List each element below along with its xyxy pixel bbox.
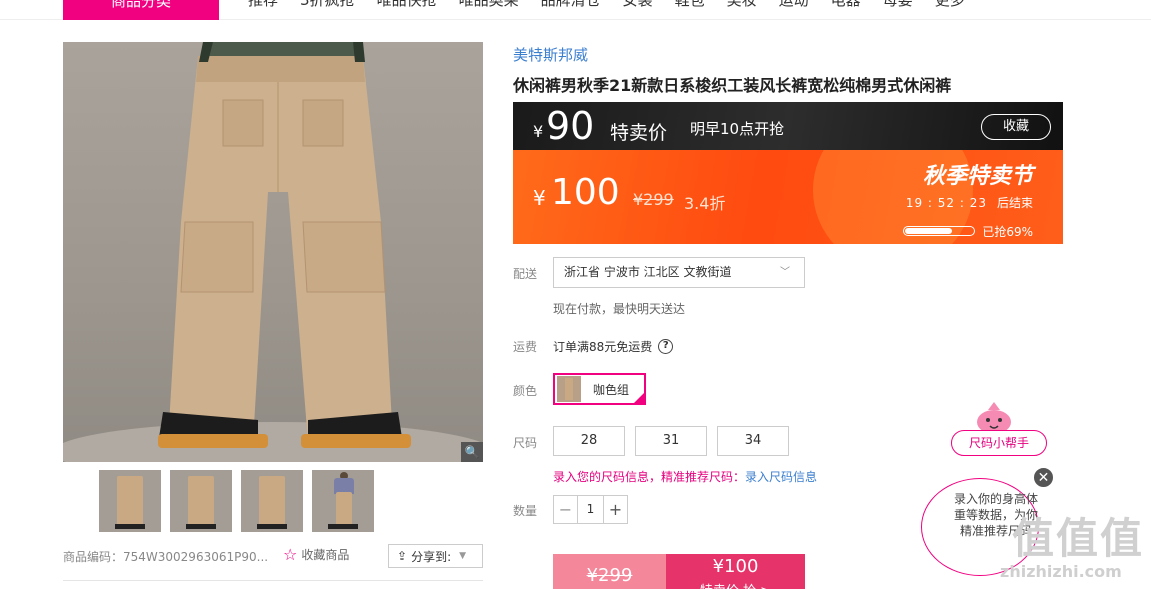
thumbnail[interactable] <box>312 470 374 532</box>
plus-icon[interactable]: + <box>604 496 627 523</box>
nav-link[interactable]: 母婴 <box>883 0 913 12</box>
color-name: 咖色组 <box>593 382 630 397</box>
minus-icon[interactable]: − <box>554 496 577 523</box>
share-label: 分享到: <box>411 549 452 564</box>
countdown: 19 : 52 : 23 后结束 <box>906 194 1033 211</box>
chevron-down-icon: ﹀ <box>780 267 790 278</box>
shipping-info: 订单满88元免运费 ? <box>553 338 674 355</box>
watermark-url: zhizhizhi.com <box>1000 562 1122 581</box>
delivery-estimate: 现在付款，最快明天送达 <box>553 302 686 316</box>
size-tip: 录入您的尺码信息，精准推荐尺码：录入尺码信息 <box>553 468 817 485</box>
original-price: ¥299 <box>633 190 674 209</box>
shipping-label: 运费 <box>513 340 538 354</box>
quantity-label: 数量 <box>513 504 538 518</box>
color-option-selected[interactable]: 咖色组 <box>553 373 646 405</box>
nav-link[interactable]: 推荐 <box>248 0 278 12</box>
nav-link[interactable]: 鞋包 <box>675 0 705 12</box>
color-swatch <box>557 376 581 402</box>
question-icon[interactable]: ? <box>658 339 674 354</box>
top-nav: 商品分类 推荐 3折疯抢 唯品快抢 唯品奥莱 品牌清仓 女装 鞋包 美妆 运动 … <box>0 0 1151 20</box>
original-price-button[interactable]: ¥299 <box>553 554 666 589</box>
size-tip-text: 录入您的尺码信息，精准推荐尺码： <box>553 470 746 484</box>
size-label: 尺码 <box>513 436 538 450</box>
favorite-button[interactable]: 收藏 <box>981 114 1051 140</box>
nav-link[interactable]: 运动 <box>779 0 809 12</box>
discount-rate: 3.4折 <box>684 194 726 213</box>
favorite-label: 收藏商品 <box>301 548 350 562</box>
nav-link[interactable]: 更多 <box>935 0 965 12</box>
buy-action: 特卖价 抢 > <box>666 580 805 589</box>
sold-progress-bar <box>903 226 975 236</box>
special-price-label: 特卖价 <box>610 122 668 144</box>
sold-progress-fill <box>905 228 952 234</box>
enter-size-link[interactable]: 录入尺码信息 <box>745 470 817 484</box>
size-option[interactable]: 28 <box>553 426 625 456</box>
shipping-text: 订单满88元免运费 <box>553 340 653 354</box>
size-helper-button[interactable]: 尺码小帮手 <box>951 430 1047 456</box>
currency-symbol: ¥ <box>533 122 544 141</box>
watermark-logo: 值值值 <box>1012 514 1145 563</box>
category-menu-button[interactable]: 商品分类 <box>63 0 219 20</box>
product-title: 休闲裤男秋季21新款日系梭织工装风长裤宽松纯棉男式休闲裤 <box>513 76 952 95</box>
address-value: 浙江省 宁波市 江北区 文教街道 <box>564 265 732 279</box>
share-dropdown[interactable]: ⇪ 分享到: ▼ <box>388 544 483 568</box>
mascot-icon <box>977 402 1011 434</box>
size-option[interactable]: 31 <box>635 426 707 456</box>
nav-links: 推荐 3折疯抢 唯品快抢 唯品奥莱 品牌清仓 女装 鞋包 美妆 运动 电器 母婴… <box>248 0 965 12</box>
zoom-icon[interactable]: 🔍 <box>461 442 483 462</box>
nav-link[interactable]: 唯品快抢 <box>377 0 437 12</box>
special-price: 90 <box>546 104 595 148</box>
caret-down-icon: ▼ <box>459 551 467 561</box>
share-icon: ⇪ <box>397 549 408 563</box>
size-option[interactable]: 34 <box>717 426 789 456</box>
currency-symbol: ¥ <box>533 186 546 210</box>
current-price-banner: ¥ 100 ¥299 3.4折 秋季特卖节 19 : 52 : 23 后结束 已抢… <box>513 150 1063 244</box>
festival-title: 秋季特卖节 <box>922 164 1033 189</box>
buy-price: ¥100 <box>712 556 759 577</box>
nav-link[interactable]: 美妆 <box>727 0 757 12</box>
delivery-label: 配送 <box>513 267 538 281</box>
main-product-image[interactable]: 🔍 <box>63 42 483 462</box>
countdown-suffix: 后结束 <box>996 196 1033 210</box>
nav-link[interactable]: 电器 <box>831 0 861 12</box>
favorite-product-link[interactable]: ☆ 收藏商品 <box>283 545 349 564</box>
color-label: 颜色 <box>513 384 538 398</box>
current-price: 100 <box>551 172 620 213</box>
sold-percentage: 已抢69% <box>982 225 1033 239</box>
nav-link[interactable]: 女装 <box>623 0 653 12</box>
sale-start-time: 明早10点开抢 <box>690 120 785 138</box>
close-icon[interactable]: ✕ <box>1032 466 1055 489</box>
countdown-time: 19 : 52 : 23 <box>905 196 987 210</box>
check-icon <box>632 391 646 405</box>
thumbnail-strip <box>99 470 374 532</box>
quantity-value[interactable]: 1 <box>577 496 604 523</box>
nav-link[interactable]: 唯品奥莱 <box>459 0 519 12</box>
nav-link[interactable]: 3折疯抢 <box>300 0 355 12</box>
pants-illustration <box>63 42 483 462</box>
star-icon: ☆ <box>283 545 298 564</box>
nav-link[interactable]: 品牌清仓 <box>541 0 601 12</box>
thumbnail[interactable] <box>241 470 303 532</box>
special-price-banner: ¥ 90 特卖价 明早10点开抢 收藏 <box>513 102 1063 150</box>
thumbnail[interactable] <box>170 470 232 532</box>
product-code: 商品编码：754W3002963061P90... <box>63 550 269 564</box>
thumbnail[interactable] <box>99 470 161 532</box>
quantity-stepper: − 1 + <box>553 495 628 524</box>
buy-now-button[interactable]: ¥100 特卖价 抢 > <box>666 554 805 589</box>
divider <box>63 580 483 581</box>
address-selector[interactable]: 浙江省 宁波市 江北区 文教街道 ﹀ <box>553 257 805 288</box>
brand-name[interactable]: 美特斯邦威 <box>513 44 588 65</box>
